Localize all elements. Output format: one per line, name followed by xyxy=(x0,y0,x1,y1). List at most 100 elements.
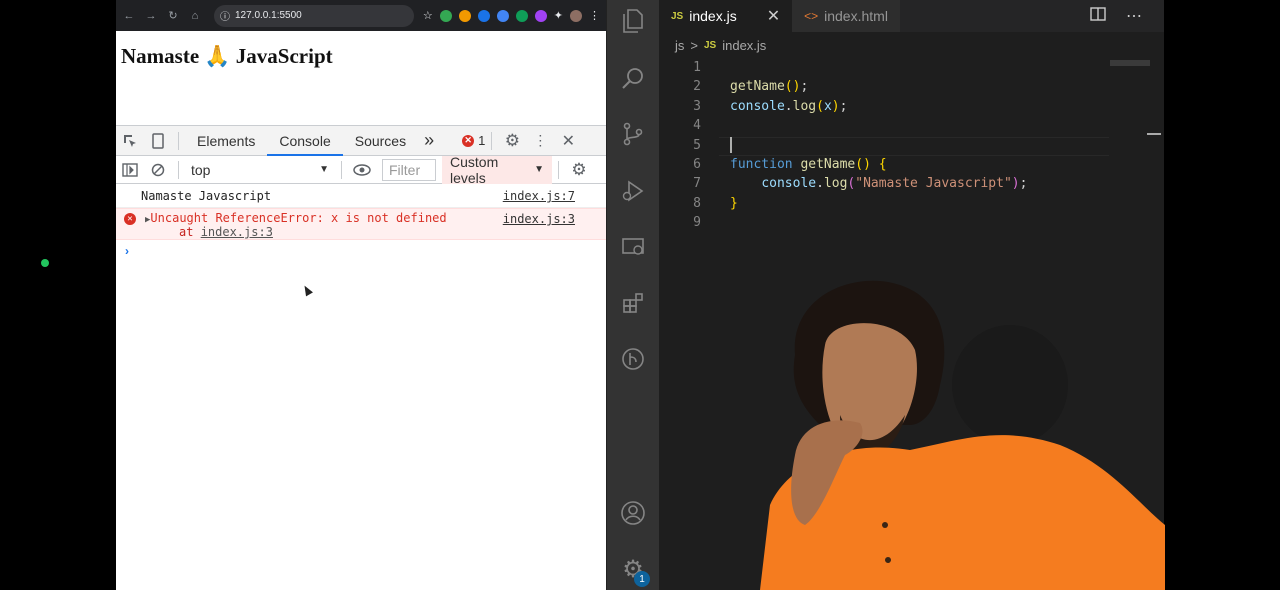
menu-icon[interactable]: ⋮ xyxy=(589,9,600,22)
split-editor-icon[interactable] xyxy=(1090,6,1106,27)
code-line: 2 getName(); xyxy=(659,77,1164,96)
log-message: Namaste Javascript xyxy=(141,189,272,203)
profile-avatar[interactable] xyxy=(570,9,582,22)
extension-icon[interactable] xyxy=(439,9,452,22)
dropdown-arrow-icon: ▼ xyxy=(319,164,329,175)
home-icon[interactable]: ⌂ xyxy=(188,10,202,22)
error-message: Uncaught ReferenceError: x is not define… xyxy=(150,211,447,225)
context-select[interactable]: top ▼ xyxy=(185,160,335,180)
search-icon[interactable] xyxy=(620,65,646,91)
code-line: 9 xyxy=(659,213,1164,232)
star-icon[interactable]: ☆ xyxy=(423,9,433,22)
divider xyxy=(558,160,559,179)
account-icon[interactable] xyxy=(620,500,646,526)
extensions-bar: ☆ ✦ ⋮ xyxy=(423,9,600,22)
levels-label: Custom levels xyxy=(450,153,499,186)
gear-icon[interactable]: ⚙ xyxy=(498,127,526,155)
chair-shape xyxy=(952,325,1068,445)
close-icon[interactable]: ✕ xyxy=(767,6,780,26)
log-source-link[interactable]: index.js:7 xyxy=(503,189,575,203)
tab-index-html[interactable]: <> index.html xyxy=(792,0,900,32)
error-counter[interactable]: ✕ 1 xyxy=(462,133,485,148)
screen: ← → ↻ ⌂ ⓘ 127.0.0.1:5500 ☆ ✦ ⋮ Namaste 🙏 xyxy=(0,0,1280,590)
context-value: top xyxy=(191,161,211,178)
browser-toolbar: ← → ↻ ⌂ ⓘ 127.0.0.1:5500 ☆ ✦ ⋮ xyxy=(116,0,606,31)
js-file-icon: JS xyxy=(671,10,684,22)
breadcrumb-folder[interactable]: js xyxy=(675,38,684,53)
kebab-menu-icon[interactable]: ⋮ xyxy=(526,127,554,155)
address-bar[interactable]: ⓘ 127.0.0.1:5500 xyxy=(214,4,414,27)
breadcrumb: js > JS index.js xyxy=(675,38,766,53)
puzzle-icon[interactable]: ✦ xyxy=(554,9,563,22)
close-icon[interactable]: ✕ xyxy=(554,127,582,155)
line-number: 7 xyxy=(693,176,701,192)
run-debug-icon[interactable] xyxy=(620,178,646,204)
tab-label: index.html xyxy=(824,8,888,24)
token-function: getName xyxy=(800,156,856,172)
extension-icon[interactable] xyxy=(534,9,547,22)
status-dot xyxy=(41,259,49,267)
explorer-icon[interactable] xyxy=(620,8,646,34)
activity-bar: ⚙ 1 xyxy=(606,0,659,590)
back-icon[interactable]: ← xyxy=(122,10,136,22)
editor-tabs: JS index.js ✕ <> index.html ⋯ xyxy=(659,0,1164,32)
filter-input[interactable]: Filter xyxy=(382,158,436,181)
tab-elements[interactable]: Elements xyxy=(185,126,267,155)
console-error-entry: ✕ ▶Uncaught ReferenceError: x is not def… xyxy=(116,208,606,240)
devtools-toolbar: Elements Console Sources » ✕ 1 ⚙ ⋮ ✕ xyxy=(116,125,606,156)
extension-icon[interactable] xyxy=(477,9,490,22)
token-method: log xyxy=(823,176,848,192)
console-settings-icon[interactable]: ⚙ xyxy=(565,156,593,184)
line-number: 2 xyxy=(693,79,701,95)
token-method: log xyxy=(792,98,817,114)
remote-explorer-icon[interactable] xyxy=(620,234,646,260)
tab-console[interactable]: Console xyxy=(267,126,344,156)
code-line: 3 console.log(x); xyxy=(659,97,1164,116)
tab-index-js[interactable]: JS index.js ✕ xyxy=(659,0,793,32)
url-text: 127.0.0.1:5500 xyxy=(235,10,302,21)
code-line: 1 xyxy=(659,58,1164,77)
code-area[interactable]: 1 2 getName(); 3 console.log(x); 4 5 6 func… xyxy=(659,58,1164,233)
dropdown-arrow-icon: ▼ xyxy=(534,164,544,175)
console-toolbar: top ▼ Filter Custom levels ▼ ⚙ xyxy=(116,153,606,186)
more-tabs-icon[interactable]: » xyxy=(418,126,440,155)
browser-window: ← → ↻ ⌂ ⓘ 127.0.0.1:5500 ☆ ✦ ⋮ Namaste 🙏 xyxy=(116,0,606,590)
extensions-icon[interactable] xyxy=(620,290,646,316)
editor-actions: ⋯ xyxy=(1090,0,1164,32)
code-line: 8} xyxy=(659,194,1164,213)
error-icon: ✕ xyxy=(462,134,475,147)
line-number: 8 xyxy=(693,195,701,211)
tab-sources[interactable]: Sources xyxy=(343,126,418,155)
eye-icon[interactable] xyxy=(348,156,376,184)
inspect-icon[interactable] xyxy=(116,127,144,155)
stack-prefix: at xyxy=(179,225,194,239)
git-graph-icon[interactable] xyxy=(620,346,646,372)
more-actions-icon[interactable]: ⋯ xyxy=(1126,6,1142,26)
error-source-link[interactable]: index.js:3 xyxy=(503,212,575,226)
levels-dropdown[interactable]: Custom levels ▼ xyxy=(442,153,552,186)
mouse-cursor-icon xyxy=(301,283,313,297)
line-number: 9 xyxy=(693,215,701,231)
token-function: getName xyxy=(730,79,785,95)
forward-icon[interactable]: → xyxy=(144,10,158,22)
sidebar-toggle-icon[interactable] xyxy=(116,156,144,184)
breadcrumb-file[interactable]: index.js xyxy=(722,38,766,53)
source-control-icon[interactable] xyxy=(620,121,646,147)
clear-console-icon[interactable] xyxy=(144,156,172,184)
reload-icon[interactable]: ↻ xyxy=(166,9,180,22)
divider xyxy=(491,131,493,150)
extension-icon[interactable] xyxy=(515,9,528,22)
stack-link[interactable]: index.js:3 xyxy=(201,225,273,239)
line-number: 4 xyxy=(693,118,701,134)
js-file-icon: JS xyxy=(703,40,717,51)
token-object: console xyxy=(761,176,817,192)
extension-icon[interactable] xyxy=(496,9,509,22)
text-cursor xyxy=(730,137,732,154)
extension-icon[interactable] xyxy=(458,9,471,22)
error-stack: at index.js:3 xyxy=(124,225,606,239)
divider xyxy=(178,160,179,179)
update-badge: 1 xyxy=(634,571,650,587)
console-prompt[interactable]: › xyxy=(125,244,129,258)
error-count: 1 xyxy=(478,133,486,148)
device-toggle-icon[interactable] xyxy=(144,127,172,155)
